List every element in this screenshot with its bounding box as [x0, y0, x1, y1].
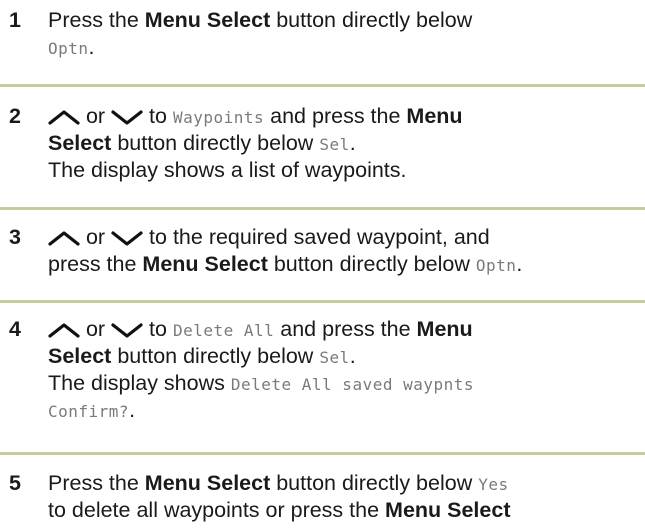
step-line: Press the Menu Select button directly be…: [48, 7, 645, 34]
text-run: to delete all waypoints or press the: [48, 498, 386, 522]
text-run: and press the: [264, 104, 407, 128]
text-run: button directly below: [270, 8, 473, 32]
step-line: The display shows a list of waypoints.: [48, 157, 645, 184]
step-line: or to Waypoints and press the Menu: [48, 103, 645, 130]
step-text: or to the required saved waypoint, and pr…: [48, 224, 645, 278]
text-run: or: [80, 225, 112, 249]
text-run: .: [349, 131, 356, 155]
display-text: Optn: [475, 256, 517, 275]
step-text: Press the Menu Select button directly be…: [48, 7, 645, 61]
display-text: Optn: [48, 39, 89, 58]
text-run: button directly below: [267, 252, 476, 276]
display-text: Yes: [478, 475, 509, 494]
display-text: Delete All: [172, 321, 275, 340]
up-arrow-icon: [48, 322, 80, 338]
step-line: Select button directly below Sel.: [48, 130, 645, 157]
step-divider: [0, 452, 645, 455]
text-run: button directly below: [270, 471, 479, 495]
down-arrow-icon: [111, 322, 143, 338]
button-name-label: Select: [48, 344, 112, 368]
button-name-label: Menu Select: [142, 252, 268, 276]
display-text: Delete All saved waypnts: [230, 375, 475, 394]
step-line: Optn.: [48, 34, 645, 61]
button-name-label: Menu: [416, 317, 473, 341]
step-line: or to the required saved waypoint, and: [48, 224, 645, 251]
text-run: .: [129, 398, 136, 422]
text-run: and press the: [274, 317, 417, 341]
procedure-steps: 1 Press the Menu Select button directly …: [0, 0, 645, 531]
button-name-label: Menu Select: [385, 498, 511, 522]
step-text: or to Delete All and press the Menu Selec…: [48, 316, 645, 424]
display-text: Waypoints: [172, 108, 265, 127]
text-run: button directly below: [111, 131, 320, 155]
text-run: press the: [48, 252, 143, 276]
display-text: Confirm?: [48, 402, 130, 421]
button-name-label: Menu Select: [144, 8, 271, 32]
down-arrow-icon: [111, 109, 143, 125]
up-arrow-icon: [48, 109, 80, 125]
step-number: 2: [9, 104, 21, 128]
display-text: Sel: [319, 348, 350, 367]
button-name-label: Menu: [406, 104, 463, 128]
step-number: 1: [9, 8, 21, 32]
button-name-label: Select: [48, 131, 112, 155]
text-run: to: [143, 317, 173, 341]
text-run: .: [516, 252, 523, 276]
text-run: or: [80, 104, 112, 128]
text-run: .: [88, 35, 95, 59]
text-run: to the required saved waypoint, and: [143, 225, 490, 249]
button-name-label: Menu Select: [144, 471, 271, 495]
text-run: The display shows a list of waypoints.: [48, 158, 407, 182]
step-line: Select button directly below Sel.: [48, 343, 645, 370]
step-line: press the Menu Select button directly be…: [48, 251, 645, 278]
step-line: or to Delete All and press the Menu: [48, 316, 645, 343]
text-run: to: [143, 104, 173, 128]
step-number: 5: [9, 471, 21, 495]
step-line: Press the Menu Select button directly be…: [48, 470, 645, 497]
step-line: The display shows Delete All saved waypn…: [48, 370, 645, 397]
step-divider: [0, 207, 645, 210]
up-arrow-icon: [48, 230, 80, 246]
step-text: Press the Menu Select button directly be…: [48, 470, 645, 524]
text-run: button directly below: [111, 344, 320, 368]
step-divider: [0, 84, 645, 87]
step-divider: [0, 300, 645, 303]
down-arrow-icon: [111, 230, 143, 246]
text-run: The display shows: [48, 371, 231, 395]
step-number: 3: [9, 225, 21, 249]
step-line: Confirm?.: [48, 397, 645, 424]
text-run: or: [80, 317, 112, 341]
text-run: .: [349, 344, 356, 368]
step-line: to delete all waypoints or press the Men…: [48, 497, 645, 524]
text-run: Press the: [48, 8, 145, 32]
step-text: or to Waypoints and press the Menu Select…: [48, 103, 645, 184]
text-run: Press the: [48, 471, 145, 495]
step-number: 4: [9, 317, 21, 341]
display-text: Sel: [319, 135, 350, 154]
